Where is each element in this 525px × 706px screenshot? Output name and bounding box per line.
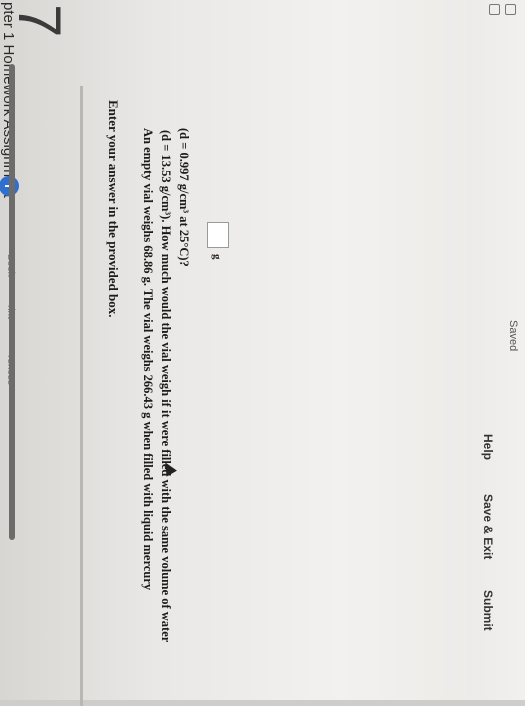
- divider: [80, 86, 83, 706]
- answer-area: g: [205, 222, 229, 272]
- question-line-2: (d = 13.53 g/cm³). How much would the vi…: [159, 130, 173, 643]
- help-button[interactable]: Help: [475, 434, 495, 460]
- question-line-3: (d = 0.997 g/cm³ at 25°C)?: [177, 128, 191, 267]
- instruction-text: Enter your answer in the provided box.: [106, 100, 121, 318]
- scrollbar[interactable]: [9, 64, 15, 540]
- answer-input[interactable]: [207, 222, 229, 248]
- header-bar: Help Save & Exit Submit Saved: [467, 0, 525, 700]
- question-line-1: An empty vial weighs 68.86 g. The vial w…: [141, 128, 155, 591]
- window-control-icon[interactable]: [505, 4, 516, 15]
- saved-status: Saved: [507, 320, 519, 352]
- window-control-icon[interactable]: [489, 4, 500, 15]
- question-number: 7: [6, 4, 73, 38]
- assignment-page: Help Save & Exit Submit Saved pter 1 Hom…: [0, 0, 525, 706]
- answer-unit: g: [211, 254, 223, 260]
- save-exit-button[interactable]: Save & Exit: [475, 494, 495, 559]
- submit-button[interactable]: Submit: [475, 590, 495, 631]
- screen: Help Save & Exit Submit Saved pter 1 Hom…: [0, 0, 525, 706]
